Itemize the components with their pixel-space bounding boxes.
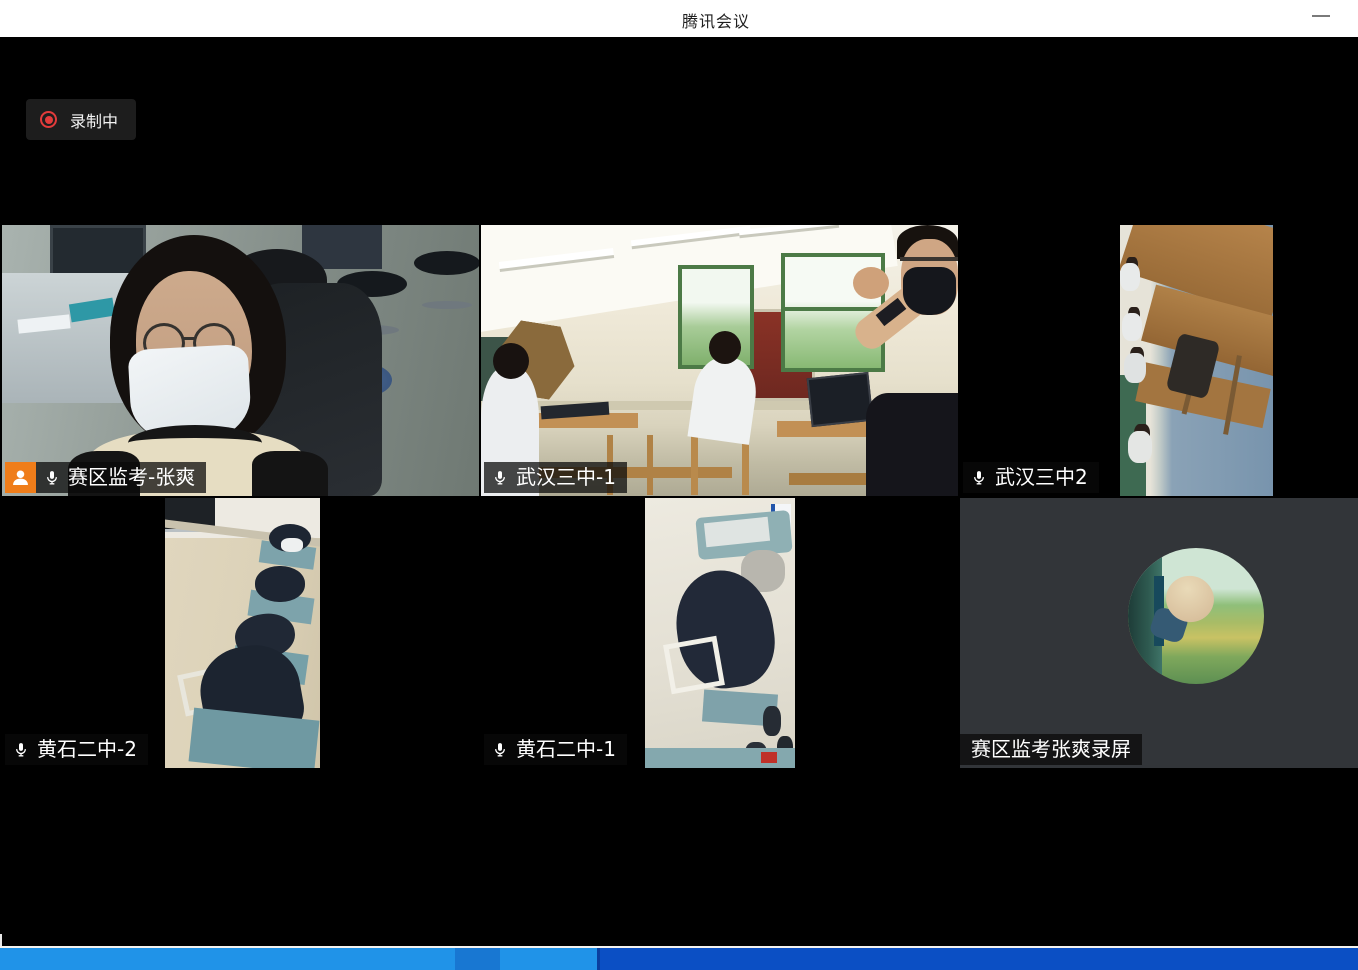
man-torso-shape	[866, 393, 958, 496]
collar-shape	[128, 425, 262, 461]
man-mask-shape	[903, 267, 956, 315]
record-dot-icon	[40, 111, 57, 128]
participant-name: 赛区监考-张爽	[68, 462, 195, 493]
figure-shape	[255, 566, 305, 602]
participant-name: 黄石二中-1	[516, 734, 616, 765]
logo-mark-shape	[761, 752, 777, 763]
video-tile-1[interactable]: 赛区监考-张爽	[2, 225, 479, 496]
video-feed	[645, 498, 795, 768]
minimize-button[interactable]	[1300, 0, 1340, 34]
participant-name: 黄石二中-2	[37, 734, 137, 765]
video-feed	[1120, 225, 1273, 496]
microphone-icon	[13, 739, 29, 760]
sleeve-shape	[252, 451, 328, 496]
window-bar-shape	[781, 307, 885, 311]
recording-label: 录制中	[70, 108, 118, 132]
man-glasses-shape	[900, 257, 958, 261]
avatar	[1128, 548, 1264, 684]
laptop-screen-shape	[807, 372, 874, 427]
participant-tag: 赛区监考-张爽	[5, 462, 206, 493]
microphone-icon	[492, 739, 508, 760]
microphone-icon	[44, 467, 60, 488]
person-small-shape	[1124, 353, 1146, 383]
person-small-shape	[1120, 263, 1140, 291]
minimize-icon	[1312, 15, 1330, 17]
participant-name: 武汉三中-1	[516, 462, 616, 493]
participant-name: 武汉三中2	[995, 462, 1088, 493]
window-title: 腾讯会议	[682, 8, 750, 32]
video-feed	[2, 225, 479, 496]
host-badge	[5, 462, 36, 493]
video-feed	[481, 225, 958, 496]
participant-name: 赛区监考张爽录屏	[971, 734, 1131, 765]
name-tag: 武汉三中2	[963, 462, 1099, 493]
video-tile-6[interactable]: 赛区监考张爽录屏	[960, 498, 1358, 768]
titlebar[interactable]: 腾讯会议	[0, 0, 1358, 37]
glasses-bridge-shape	[182, 337, 196, 340]
taskbar-divider	[597, 948, 600, 970]
participant-tag: 武汉三中-1	[484, 462, 627, 493]
name-tag: 黄石二中-2	[5, 734, 148, 765]
participant-tag: 赛区监考张爽录屏	[960, 734, 1142, 765]
taskbar-segment	[0, 948, 598, 970]
stool-shape	[414, 251, 479, 275]
student-head-shape	[493, 343, 529, 379]
participant-tag: 黄石二中-2	[5, 734, 148, 765]
video-tile-5[interactable]: 黄石二中-1	[481, 498, 958, 768]
student-head-shape	[709, 331, 741, 364]
shirt-spot-shape	[281, 538, 303, 552]
person-small-shape	[1128, 431, 1152, 463]
microphone-icon	[971, 467, 987, 488]
participant-tag: 武汉三中2	[963, 462, 1099, 493]
man-fist-shape	[853, 267, 889, 299]
video-tile-4[interactable]: 黄石二中-2	[2, 498, 479, 768]
figure-small-shape	[763, 706, 781, 736]
video-tile-3[interactable]: 武汉三中2	[960, 225, 1358, 496]
microphone-icon	[492, 467, 508, 488]
name-tag: 赛区监考张爽录屏	[960, 734, 1142, 765]
meeting-window: 腾讯会议 录制中	[0, 0, 1358, 970]
name-tag: 黄石二中-1	[484, 734, 627, 765]
name-tag: 赛区监考-张爽	[36, 462, 206, 493]
taskbar-segment	[455, 948, 500, 970]
recording-badge: 录制中	[26, 99, 136, 140]
window-edge-highlight	[0, 934, 2, 946]
stool-frame-shape	[663, 636, 725, 695]
desktop-taskbar-sliver[interactable]	[0, 948, 1358, 970]
person-small-shape	[1122, 313, 1142, 341]
participant-tag: 黄石二中-1	[484, 734, 627, 765]
video-stage: 录制中	[0, 37, 1358, 946]
host-person-icon	[10, 467, 31, 488]
video-tile-2[interactable]: 武汉三中-1	[481, 225, 958, 496]
name-tag: 武汉三中-1	[484, 462, 627, 493]
video-feed	[165, 498, 320, 768]
